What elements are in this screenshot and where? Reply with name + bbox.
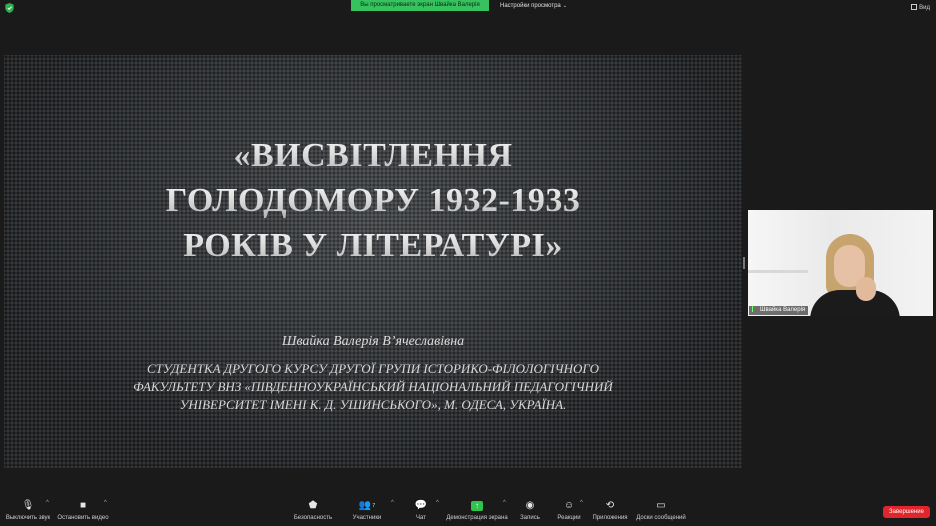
view-settings-label: Настройки просмотра bbox=[500, 3, 561, 9]
meeting-toolbar: 🎙 Выключить звук ^ ■ Остановить видео ^ … bbox=[0, 497, 936, 526]
video-options-caret[interactable]: ^ bbox=[104, 500, 107, 506]
slide-title-line-2: ГОЛОДОМОРУ 1932-1933 bbox=[4, 178, 742, 223]
participant-name-label: Швайка Валерія bbox=[749, 306, 809, 315]
split-resize-handle[interactable] bbox=[743, 257, 745, 269]
whiteboards-button[interactable]: ▭ Доски сообщений bbox=[626, 500, 696, 523]
slide-description-line-3: УНІВЕРСИТЕТ ІМЕНІ К. Д. УШИНСЬКОГО», М. … bbox=[179, 397, 567, 412]
top-bar: Вы просматриваете экран Швайка Валерія Н… bbox=[0, 0, 936, 14]
screen-share-banner: Вы просматриваете экран Швайка Валерія bbox=[351, 0, 489, 11]
participant-video-tile[interactable]: Швайка Валерія bbox=[748, 210, 933, 316]
slide-author: Швайка Валерія В’ячеславівна bbox=[281, 334, 465, 349]
slide-description: СТУДЕНТКА ДРУГОГО КУРСУ ДРУГОЇ ГРУПИ ІСТ… bbox=[4, 360, 742, 414]
slide-title-line-3: РОКІВ У ЛІТЕРАТУРІ» bbox=[4, 223, 742, 268]
whiteboard-icon: ▭ bbox=[656, 500, 666, 511]
slide-description-line-2: ФАКУЛЬТЕТУ ВНЗ «ПІВДЕННОУКРАЇНСЬКИЙ НАЦІ… bbox=[133, 379, 613, 394]
view-button-label: Вид bbox=[919, 5, 930, 11]
video-shelf bbox=[748, 270, 808, 273]
chevron-down-icon: ⌄ bbox=[562, 3, 567, 9]
view-settings-menu[interactable]: Настройки просмотра ⌄ bbox=[500, 1, 567, 11]
slide-title: «ВИСВІТЛЕННЯ ГОЛОДОМОРУ 1932-1933 РОКІВ … bbox=[4, 133, 742, 268]
slide-title-line-1: «ВИСВІТЛЕННЯ bbox=[4, 133, 742, 178]
end-meeting-button[interactable]: Завершение bbox=[883, 506, 930, 518]
signal-strength-icon bbox=[752, 306, 758, 312]
whiteboards-label: Доски сообщений bbox=[636, 515, 686, 521]
participant-name: Швайка Валерія bbox=[760, 307, 806, 313]
participant-hand bbox=[856, 277, 876, 301]
view-button[interactable]: Вид bbox=[911, 3, 930, 13]
video-camera-icon: ■ bbox=[79, 500, 87, 511]
stop-video-label: Остановить видео bbox=[57, 515, 109, 521]
shield-icon[interactable] bbox=[5, 3, 14, 13]
stop-video-button[interactable]: ■ Остановить видео bbox=[48, 500, 118, 523]
grid-view-icon bbox=[911, 4, 918, 11]
participants-count: 7 bbox=[372, 503, 376, 509]
shared-screen-slide: «ВИСВІТЛЕННЯ ГОЛОДОМОРУ 1932-1933 РОКІВ … bbox=[4, 55, 742, 468]
slide-description-line-1: СТУДЕНТКА ДРУГОГО КУРСУ ДРУГОЇ ГРУПИ ІСТ… bbox=[147, 361, 599, 376]
share-screen-icon: ↑ bbox=[471, 501, 483, 511]
zoom-meeting-window: Вы просматриваете экран Швайка Валерія Н… bbox=[0, 0, 936, 526]
chat-options-caret[interactable]: ^ bbox=[436, 500, 439, 506]
